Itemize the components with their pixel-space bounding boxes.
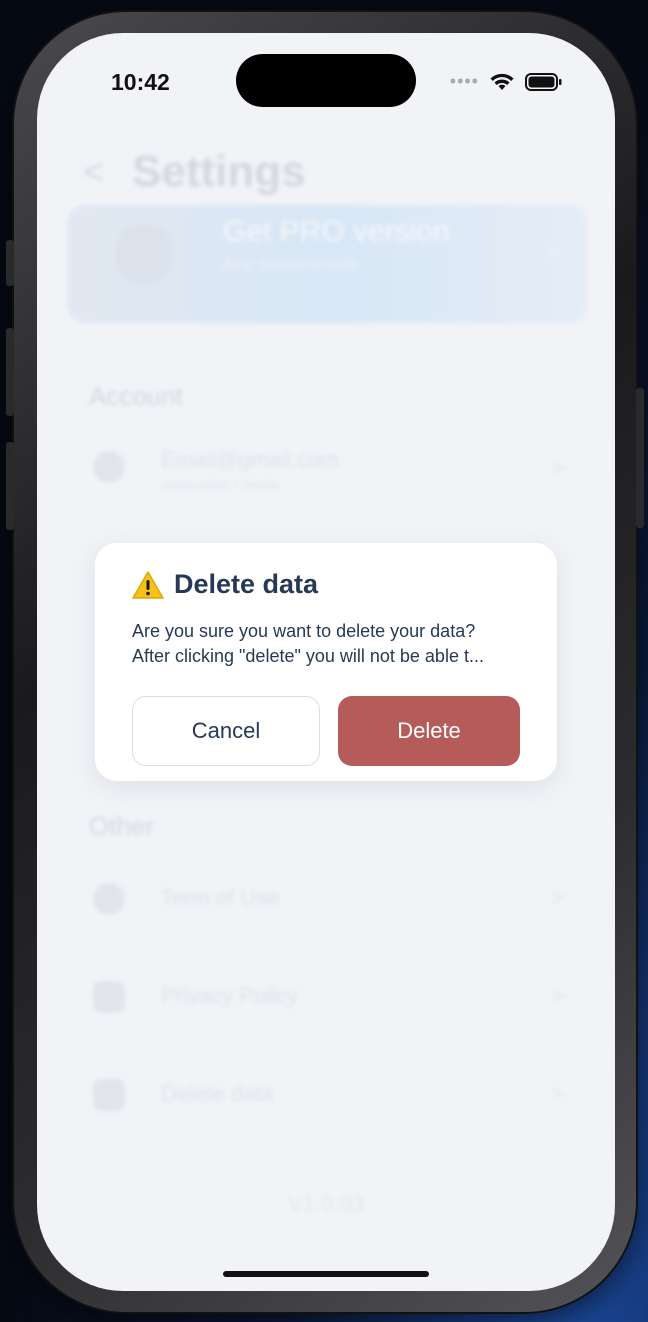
dialog-title: Delete data xyxy=(174,569,319,599)
dialog-message-line: Are you sure you want to delete your dat… xyxy=(132,621,476,641)
trash-icon xyxy=(93,1079,125,1111)
chevron-right-icon: > xyxy=(547,239,562,266)
wifi-icon xyxy=(490,73,514,90)
app-version: V1.0.03 xyxy=(288,1191,364,1216)
dynamic-island xyxy=(236,54,416,107)
status-bar: 10:42 •••• xyxy=(37,33,615,133)
section-other-label: Other xyxy=(89,811,155,841)
dialog-message: Are you sure you want to delete your dat… xyxy=(132,619,532,669)
volume-down-button xyxy=(6,442,14,530)
section-account-label: Account xyxy=(89,381,183,411)
chevron-right-icon: > xyxy=(551,983,564,1008)
battery-icon xyxy=(525,72,562,91)
term-of-use-item[interactable]: Term of Use xyxy=(161,885,280,911)
dialog-header: Delete data xyxy=(132,569,318,600)
delete-data-item[interactable]: Delete data xyxy=(161,1081,274,1107)
page-title: Settings xyxy=(132,147,306,196)
home-indicator[interactable] xyxy=(223,1271,429,1277)
status-time: 10:42 xyxy=(111,69,170,95)
cancel-button[interactable]: Cancel xyxy=(132,696,320,766)
pro-banner-title: Get PRO version xyxy=(223,215,450,248)
shield-icon xyxy=(115,225,173,285)
status-icons: •••• xyxy=(450,71,563,92)
privacy-policy-item[interactable]: Privacy Policy xyxy=(161,983,298,1009)
chevron-right-icon: > xyxy=(551,1081,564,1106)
power-button xyxy=(636,388,644,528)
delete-button[interactable]: Delete xyxy=(338,696,520,766)
cc-icon xyxy=(93,883,125,915)
chevron-right-icon: > xyxy=(551,885,564,910)
chevron-right-icon: > xyxy=(551,455,564,480)
screen: < Settings Get PRO version Any Semantics… xyxy=(37,33,615,1291)
warning-icon xyxy=(132,570,164,599)
document-icon xyxy=(93,981,125,1013)
pro-banner-subtitle: Any Semanticsalit xyxy=(223,255,359,274)
signal-dots-icon: •••• xyxy=(449,71,479,91)
action-button xyxy=(6,240,14,286)
account-email[interactable]: Email@gmail.com xyxy=(161,447,339,473)
volume-up-button xyxy=(6,328,14,416)
dialog-message-line: After clicking "delete" you will not be … xyxy=(132,646,484,666)
account-subscription: subscription ▪ details xyxy=(161,477,280,492)
back-button[interactable]: < xyxy=(83,151,104,193)
delete-data-dialog: Delete data Are you sure you want to del… xyxy=(95,543,557,781)
person-icon xyxy=(93,451,125,483)
